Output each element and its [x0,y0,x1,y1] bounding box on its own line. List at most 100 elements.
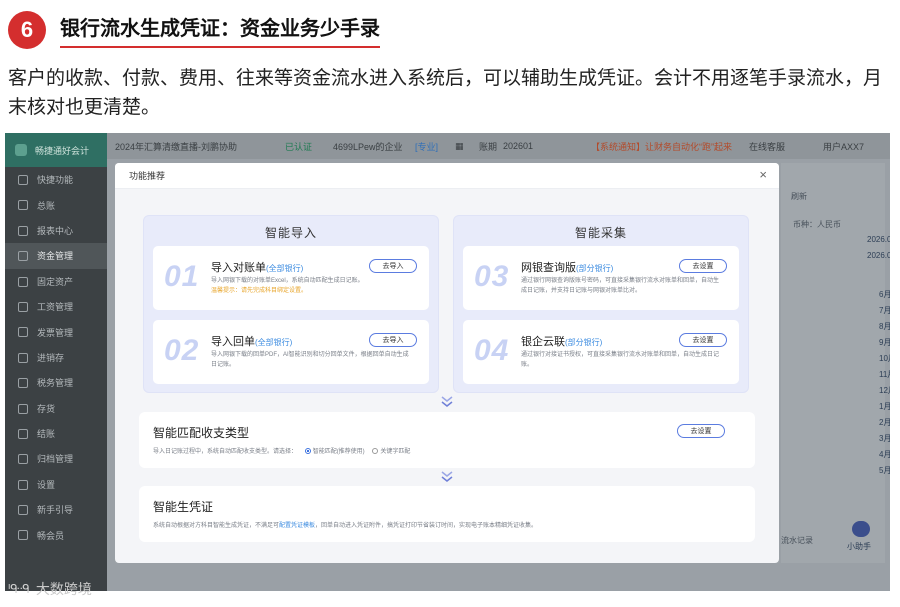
company-name: 4699LPew的企业 [333,141,403,152]
menu-item-icon [18,251,28,262]
records-link[interactable]: 流水记录 [781,535,813,546]
bank-scope-tag: (全部银行) [255,338,293,347]
menu-item-icon [18,352,28,363]
refresh-button[interactable]: 刷新 [791,191,807,202]
date-label-1: 2026.0 [867,235,890,244]
bank-scope-tag: (全部银行) [266,264,304,273]
smart-voucher-title: 智能生凭证 [153,500,214,514]
smart-import-title: 智能导入 [264,226,317,240]
sidebar-item-label: 快捷功能 [37,175,74,186]
menu-item-icon [18,530,28,541]
card-description: 导入网银下载的回单PDF，AI智能识别和切分回单文件，根据回单自动生成日记账。 [211,352,409,368]
sidebar-item[interactable]: 新手引导 [5,497,107,522]
smart-voucher-section: 智能生凭证 系统自动根据对方科目智能生成凭证，不满足可配置凭证模板，回单自动进入… [139,486,755,542]
sidebar-item-label: 发票管理 [37,327,74,338]
currency-filter[interactable]: 币种：人民币 [793,219,841,230]
menu-item-icon [18,403,28,414]
menu-item-icon [18,175,28,185]
card-description: 通过银行对接证书授权，可直接采集银行流水对账单和回单，自动生成日记账。 [521,352,720,368]
sidebar-item[interactable]: 总账 [5,192,107,217]
month-item[interactable]: 11月 [879,369,890,380]
month-item[interactable]: 3月 [879,433,890,444]
section-number-badge: 6 [8,11,46,49]
month-item[interactable]: 9月 [879,337,890,348]
card-description: 导入网银下载的对账单Excel，系统自动匹配生成日记账。 温馨提示：请先完成科目绑… [211,278,364,294]
month-item[interactable]: 6月 [879,289,890,300]
dialog-header: 功能推荐 × [115,163,779,189]
menu-item-icon [18,454,28,465]
radio-smart-match[interactable] [304,448,311,454]
dialog-title: 功能推荐 [129,171,166,181]
chevron-down-icon [439,395,455,409]
sidebar-item-label: 进销存 [37,352,65,363]
user-menu[interactable]: 用户AXX7 [823,140,864,153]
month-item[interactable]: 7月 [879,305,890,316]
sidebar-item[interactable]: 结账 [5,421,107,446]
sidebar-item[interactable]: 固定资产 [5,269,107,294]
sidebar-item-label: 税务管理 [37,378,74,389]
sidebar-item[interactable]: 快捷功能 [5,167,107,192]
date-label-2: 2026.0 [867,251,890,260]
period-value[interactable]: 202601 [503,141,533,151]
card-title: 网银查询版(部分银行) [521,262,614,274]
go-import-receipt-button[interactable]: 去导入 [369,333,417,347]
sidebar-item[interactable]: 工资管理 [5,294,107,319]
card-title: 导入回单(全部银行) [211,336,293,348]
menu-item-icon [18,505,28,516]
calendar-icon[interactable]: ▦ [455,141,464,152]
sidebar-item-label: 归档管理 [37,454,74,465]
month-item[interactable]: 4月 [879,449,890,460]
month-item[interactable]: 8月 [879,321,890,332]
smart-collect-section: 智能采集 03 网银查询版(部分银行) 通过银行网银查询版账号密码，可直接采集银… [453,215,749,393]
sidebar-item[interactable]: 资金管理 [5,243,107,269]
sidebar-item[interactable]: 存货 [5,396,107,421]
month-item[interactable]: 12月 [879,385,890,396]
go-setup-match-button[interactable]: 去设置 [677,424,725,438]
verified-badge: 已认证 [285,141,313,152]
go-setup-bank-cloud-button[interactable]: 去设置 [679,333,727,347]
menu-item-icon [18,428,28,439]
online-service-link[interactable]: 在线客服 [749,140,785,153]
period-label: 账期 [479,141,498,152]
sidebar-item-label: 新手引导 [37,505,74,516]
sidebar-item-label: 总账 [37,200,56,211]
menu-item-icon [18,378,28,389]
smart-match-section: 智能匹配收支类型 导入日记账过程中，系统自动匹配收支类型。请选择： 智能匹配(推… [139,412,755,468]
radio-keyword-match[interactable] [372,448,379,454]
go-import-statement-button[interactable]: 去导入 [369,259,417,273]
system-notice[interactable]: 【系统通知】让财务自动化“跑”起来 [591,140,732,153]
bank-scope-tag: (部分银行) [565,338,603,347]
sidebar-item[interactable]: 税务管理 [5,370,107,395]
account-set-select[interactable]: 2024年汇算清缴直播-刘鹏协助 [115,140,237,153]
menu-item-icon [18,200,28,211]
watermark-text: 大数跨境 [35,581,92,597]
sidebar-item[interactable]: 进销存 [5,345,107,370]
sidebar-item[interactable]: 畅会员 [5,522,107,547]
menu-item-icon [18,479,28,490]
sidebar-item-label: 设置 [37,479,56,490]
radio-smart-match-label: 智能匹配(推荐使用) [312,449,365,455]
assistant-icon[interactable] [852,521,870,537]
bank-cloud-link-card: 04 银企云联(部分银行) 通过银行对接证书授权，可直接采集银行流水对账单和回单… [463,320,739,384]
feature-recommend-dialog: 功能推荐 × 智能导入 01 导入对账单(全部银行) 导入网银下载的对账单Exc… [115,163,779,563]
sidebar-item-label: 存货 [37,403,56,414]
month-item[interactable]: 1月 [879,401,890,412]
section-title: 银行流水生成凭证：资金业务少手录 [60,12,380,48]
sidebar-item-label: 报表中心 [37,225,74,236]
month-item[interactable]: 10月 [879,353,890,364]
sidebar-item[interactable]: 设置 [5,472,107,497]
voucher-template-link[interactable]: 配置凭证模板 [279,523,315,529]
sidebar-item[interactable]: 归档管理 [5,446,107,471]
close-icon[interactable]: × [759,168,767,182]
smart-match-description: 导入日记账过程中，系统自动匹配收支类型。请选择： 智能匹配(推荐使用) 关键字匹… [153,448,411,455]
menu-item-icon [18,301,28,312]
sidebar-item-label: 资金管理 [37,251,74,262]
card-title: 导入对账单(全部银行) [211,262,304,274]
assistant-label[interactable]: 小助手 [847,541,871,552]
month-item[interactable]: 5月 [879,465,890,476]
sidebar-item[interactable]: 报表中心 [5,218,107,243]
month-item[interactable]: 2月 [879,417,890,428]
go-setup-online-bank-button[interactable]: 去设置 [679,259,727,273]
card-title: 银企云联(部分银行) [521,336,603,348]
sidebar-item[interactable]: 发票管理 [5,319,107,344]
